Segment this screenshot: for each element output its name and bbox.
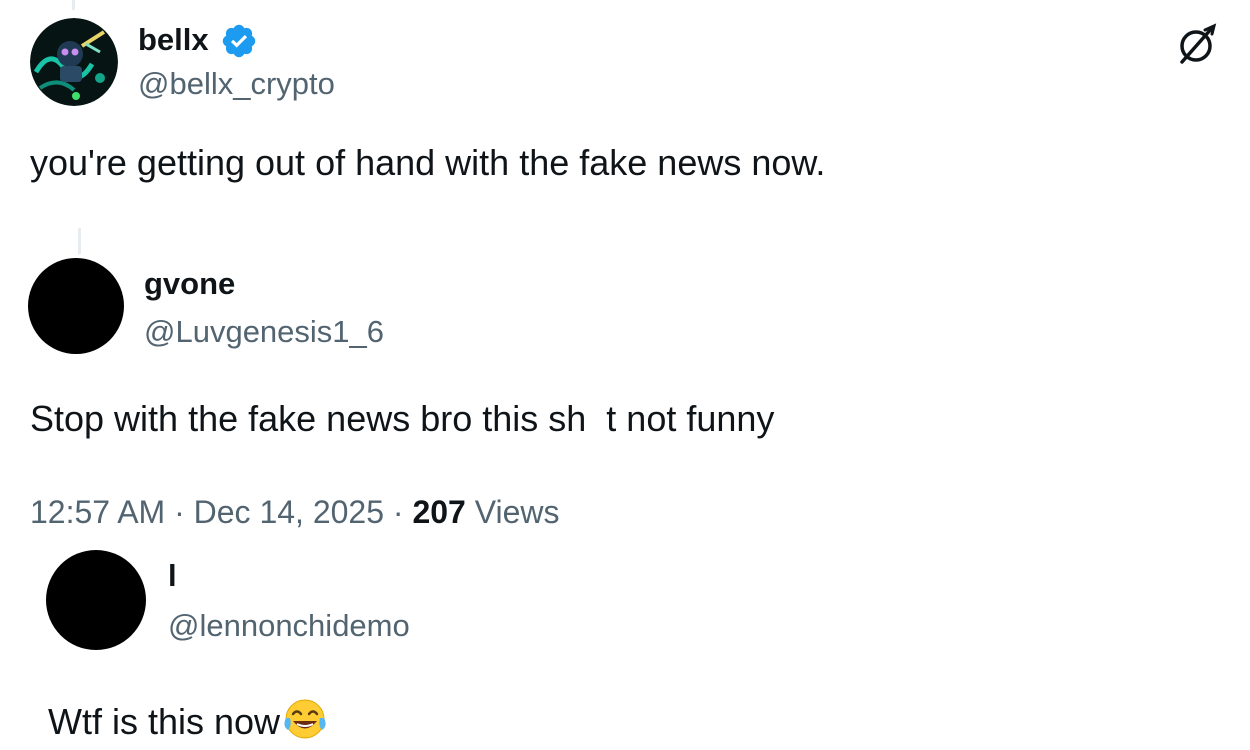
- views-label[interactable]: Views: [475, 494, 560, 530]
- post-time[interactable]: 12:57 AM: [30, 494, 165, 530]
- avatar-gvone[interactable]: [28, 258, 124, 354]
- display-name-gvone[interactable]: gvone: [144, 266, 235, 302]
- handle-lennon[interactable]: @lennonchidemo: [168, 608, 410, 644]
- views-count[interactable]: 207: [412, 494, 465, 530]
- grok-icon[interactable]: [1172, 20, 1222, 70]
- reply-text-line: Wtf is this now: [48, 696, 328, 743]
- meta-separator-2: ·: [392, 494, 404, 530]
- reply-text: Wtf is this now: [48, 701, 281, 742]
- thread-line-middle: [78, 228, 81, 254]
- display-name-bellx[interactable]: bellx: [138, 22, 209, 58]
- avatar-lennon[interactable]: [46, 550, 146, 650]
- tweet-thread-screenshot: bellx @bellx_crypto you're getting out o…: [0, 0, 1250, 750]
- avatar-art-icon: [30, 18, 118, 106]
- display-name-lennon[interactable]: l: [168, 558, 177, 594]
- post-meta: 12:57 AM · Dec 14, 2025 · 207 Views: [30, 494, 560, 531]
- post-date[interactable]: Dec 14, 2025: [194, 494, 384, 530]
- meta-separator-1: ·: [174, 494, 185, 530]
- face-with-tears-of-joy-icon: [284, 699, 326, 739]
- post-text-gvone: Stop with the fake news bro this sh t no…: [30, 398, 775, 439]
- avatar-bellx[interactable]: [30, 18, 118, 106]
- verified-badge-icon: [222, 24, 256, 58]
- handle-bellx[interactable]: @bellx_crypto: [138, 66, 335, 102]
- post-text-bellx: you're getting out of hand with the fake…: [30, 142, 826, 183]
- thread-line-top: [72, 0, 75, 10]
- handle-gvone[interactable]: @Luvgenesis1_6: [144, 314, 384, 350]
